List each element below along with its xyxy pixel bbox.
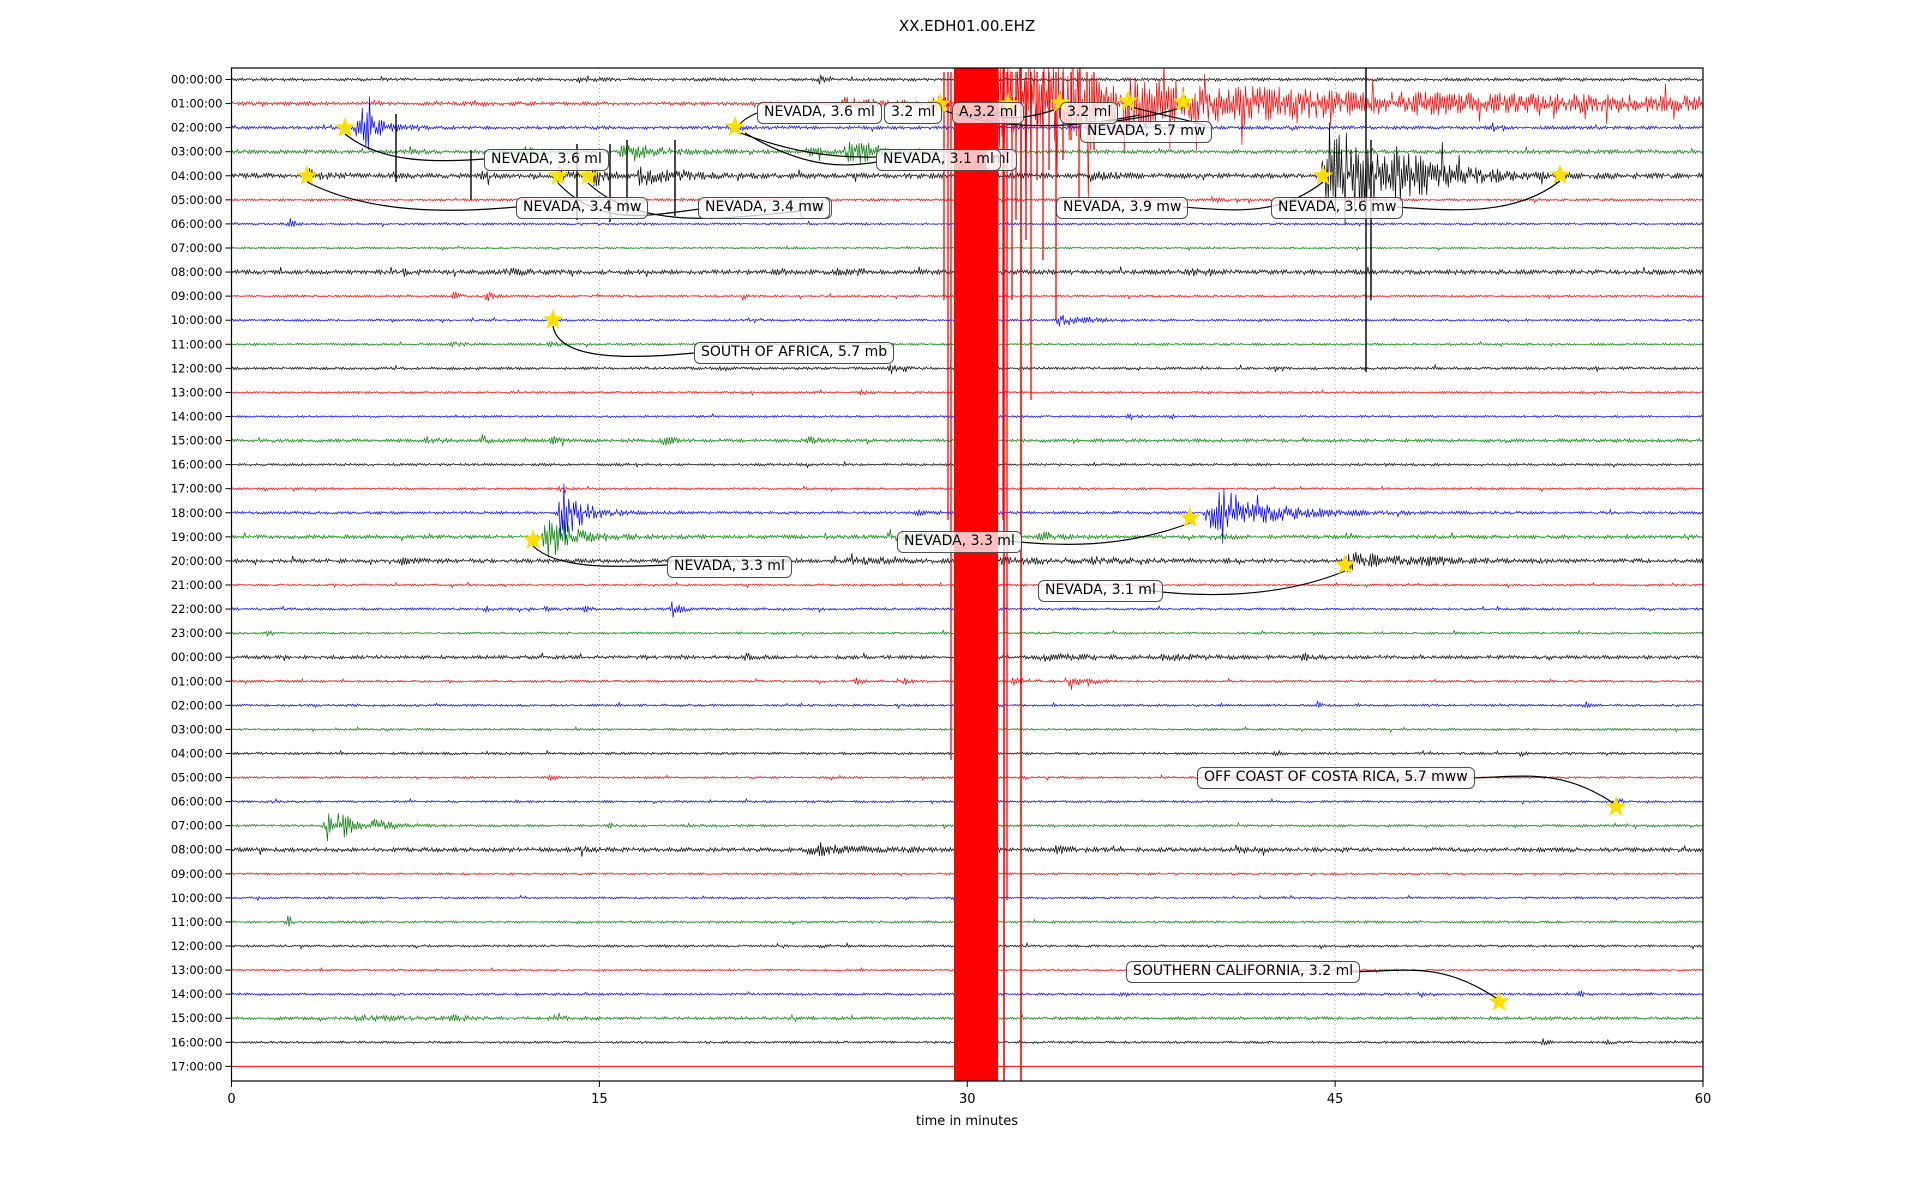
helicorder-page: XX.EDH01.00.EHZ 00:00:0001:00:0002:00:00… <box>0 0 1920 1200</box>
event-star-icon <box>1550 164 1571 184</box>
y-tick-label: 09:00:00 <box>171 867 223 881</box>
y-tick-label: 05:00:00 <box>171 193 223 207</box>
y-tick-label: 01:00:00 <box>171 97 223 111</box>
y-tick-label: 13:00:00 <box>171 963 223 977</box>
event-label: NEVADA, 3.9 mw <box>1056 197 1188 219</box>
event-star-icon <box>1335 554 1356 574</box>
event-label: NEVADA, 3.3 ml <box>667 556 792 578</box>
y-tick-label: 19:00:00 <box>171 530 223 544</box>
event-star-icon <box>543 309 564 329</box>
event-label: NEVADA, 3.6 ml <box>757 102 882 124</box>
event-label: OFF COAST OF COSTA RICA, 5.7 mww <box>1197 767 1475 789</box>
y-tick-label: 02:00:00 <box>171 698 223 712</box>
event-star-icon <box>297 165 318 185</box>
y-tick-label: 10:00:00 <box>171 313 223 327</box>
y-tick-label: 13:00:00 <box>171 385 223 399</box>
y-tick-label: 12:00:00 <box>171 361 223 375</box>
y-tick-label: 05:00:00 <box>171 771 223 785</box>
y-tick-label: 18:00:00 <box>171 506 223 520</box>
y-tick-label: 14:00:00 <box>171 987 223 1001</box>
y-tick-label: 17:00:00 <box>171 1059 223 1073</box>
x-tick-label: 60 <box>1695 1092 1712 1107</box>
x-tick-label: 0 <box>227 1092 235 1107</box>
event-label: NEVADA, 3.1 ml <box>1038 580 1163 602</box>
event-label: NEVADA, 5.7 mw <box>1080 121 1212 143</box>
x-tick-label: 30 <box>959 1092 976 1107</box>
y-tick-label: 08:00:00 <box>171 265 223 279</box>
y-tick-label: 17:00:00 <box>171 482 223 496</box>
y-tick-label: 01:00:00 <box>171 674 223 688</box>
event-label: 3.2 ml <box>884 102 942 124</box>
y-tick-label: 15:00:00 <box>171 434 223 448</box>
x-tick-label: 15 <box>591 1092 608 1107</box>
event-label: 3.2 ml <box>1060 102 1118 124</box>
event-label: NEVADA, 3.6 ml <box>484 149 609 171</box>
y-tick-label: 06:00:00 <box>171 217 223 231</box>
y-tick-label: 22:00:00 <box>171 602 223 616</box>
y-tick-label: 00:00:00 <box>171 650 223 664</box>
helicorder-plot: 00:00:00 01:00:00 02:00:00 03:00:00 04:00:00… <box>0 0 1920 1200</box>
event-label: NEVADA, 3.4 mw <box>516 197 648 219</box>
event-label: NEVADA, 3.6 mw <box>1271 197 1403 219</box>
y-tick-label: 12:00:00 <box>171 939 223 953</box>
y-tick-label: 20:00:00 <box>171 554 223 568</box>
y-tick-label: 10:00:00 <box>171 891 223 905</box>
y-tick-label: 08:00:00 <box>171 843 223 857</box>
y-tick-label: 06:00:00 <box>171 795 223 809</box>
y-tick-label: 21:00:00 <box>171 578 223 592</box>
event-star-icon <box>335 117 356 137</box>
y-tick-label: 03:00:00 <box>171 722 223 736</box>
y-tick-label: 16:00:00 <box>171 458 223 472</box>
y-tick-label: 04:00:00 <box>171 169 223 183</box>
event-label: A,3.2 ml <box>952 102 1024 124</box>
event-label: SOUTHERN CALIFORNIA, 3.2 ml <box>1126 961 1360 983</box>
y-tick-label: 11:00:00 <box>171 337 223 351</box>
event-label: NEVADA, 3.1 ml <box>876 149 1001 171</box>
event-label: SOUTH OF AFRICA, 5.7 mb <box>694 342 894 364</box>
event-star-icon <box>523 529 544 549</box>
x-tick-label: 45 <box>1327 1092 1344 1107</box>
event-star-icon <box>725 116 746 136</box>
x-axis-title: time in minutes <box>231 1114 1703 1129</box>
y-tick-label: 15:00:00 <box>171 1011 223 1025</box>
y-tick-label: 16:00:00 <box>171 1035 223 1049</box>
event-label: NEVADA, 3.3 ml <box>897 531 1022 553</box>
y-tick-label: 02:00:00 <box>171 121 223 135</box>
y-tick-label: 09:00:00 <box>171 289 223 303</box>
event-star-icon <box>1606 796 1627 816</box>
y-tick-label: 07:00:00 <box>171 819 223 833</box>
y-tick-label: 00:00:00 <box>171 73 223 87</box>
y-tick-label: 03:00:00 <box>171 145 223 159</box>
y-tick-label: 11:00:00 <box>171 915 223 929</box>
y-tick-label: 07:00:00 <box>171 241 223 255</box>
y-tick-label: 04:00:00 <box>171 746 223 760</box>
event-star-icon <box>1180 507 1201 527</box>
y-tick-label: 23:00:00 <box>171 626 223 640</box>
event-label: NEVADA, 3.4 mw <box>698 197 830 219</box>
y-tick-label: 14:00:00 <box>171 409 223 423</box>
